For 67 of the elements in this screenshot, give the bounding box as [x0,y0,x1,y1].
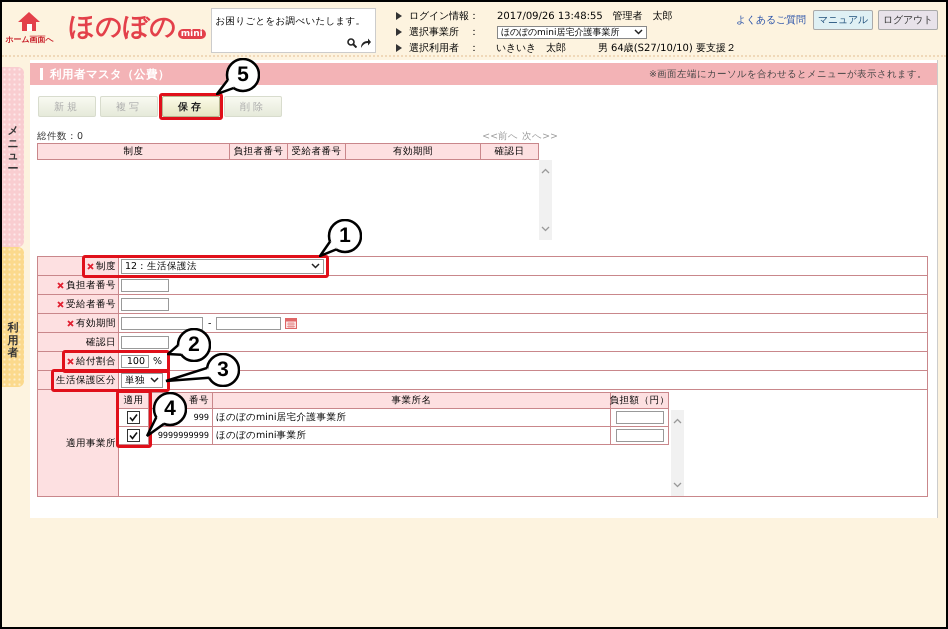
office-dropdown[interactable]: ほのぼのmini居宅介護事業所 [497,26,647,38]
title-marker [40,68,43,80]
calendar-icon[interactable] [285,318,298,328]
toolbar-button[interactable]: 保存 [162,96,220,117]
input-field[interactable] [616,429,664,442]
dropdown[interactable]: 単独 [121,372,163,388]
dropdown[interactable]: 12：生活保護法 [121,258,324,274]
record-count: 総件数：0 [37,130,84,143]
side-tab[interactable]: メニュー [2,67,24,247]
field-label: 確認日 [86,336,116,348]
caret-icon [634,29,643,35]
range-separator: - [208,318,212,328]
column-header: 事業所名 [213,393,611,409]
info-label: 選択利用者 ： [409,42,480,55]
input-field[interactable] [121,278,169,292]
caret-icon [311,263,320,269]
info-value: いきいき 太郎 [496,42,566,55]
input-field[interactable] [616,411,664,424]
column-header: 有効期間 [345,144,481,160]
caret-icon [150,377,159,383]
column-header: 制度 [38,144,230,160]
home-icon[interactable] [16,10,42,32]
info-value: 2017/09/26 13:48:55 管理者 太郎 [497,10,673,23]
page-title: 利用者マスタ（公費） [50,66,170,82]
search-field[interactable]: お困りごとをお調べいたします。 [210,8,376,53]
column-header: 負担者番号 [230,144,288,160]
unit-label: % [153,356,162,366]
side-tab[interactable]: 利用者 [2,247,24,387]
search-icon[interactable] [347,38,357,48]
field-label: 制度 [87,260,116,272]
input-field[interactable]: 100 [121,354,149,368]
column-header: 適用 [119,393,149,409]
arrow-icon[interactable] [360,38,371,49]
scrollbar[interactable] [539,160,552,240]
scrollbar[interactable] [671,410,684,496]
table-cell: ほのぼのmini事業所 [213,427,611,445]
faq-link[interactable]: よくあるご質問 [736,13,806,27]
input-field[interactable] [121,316,203,330]
column-header: 受給者番号 [288,144,346,160]
scroll-down-icon[interactable] [541,226,550,232]
table-cell: ほのぼのmini居宅介護事業所 [213,409,611,427]
field-label: 負担者番号 [57,278,116,292]
field-label: 適用事業所 [66,436,116,450]
field-label: 受給者番号 [57,298,116,310]
input-field[interactable] [216,316,282,330]
scroll-down-icon[interactable] [673,482,682,488]
column-header: 確認日 [480,144,538,160]
logo-text: ほのぼの [68,12,177,42]
field-label: 生活保護区分 [56,374,116,386]
field-label: 有効期間 [67,316,116,330]
scroll-up-icon[interactable] [541,168,550,174]
input-field[interactable] [121,298,169,310]
info-label: ログイン情報： [409,10,480,23]
checkbox[interactable] [127,411,140,424]
column-header: 負担額（円） [611,393,669,409]
menu-hint: ※画面左端にカーソルを合わせるとメニューが表示されます。 [649,68,927,80]
scroll-up-icon[interactable] [673,418,682,424]
home-link[interactable]: ホーム画面へ [5,34,54,45]
field-label: 給付割合 [67,354,116,368]
input-field[interactable] [121,336,169,348]
user-details: 男 64歳(S27/10/10) 要支援２ [598,42,736,55]
logout-button[interactable]: ログアウト [878,10,938,30]
manual-button[interactable]: マニュアル [813,10,873,30]
checkbox[interactable] [127,429,140,442]
callout-bubble: 3 [165,352,240,386]
logo-badge: mini [178,29,206,39]
info-label: 選択事業所 ： [409,26,480,39]
